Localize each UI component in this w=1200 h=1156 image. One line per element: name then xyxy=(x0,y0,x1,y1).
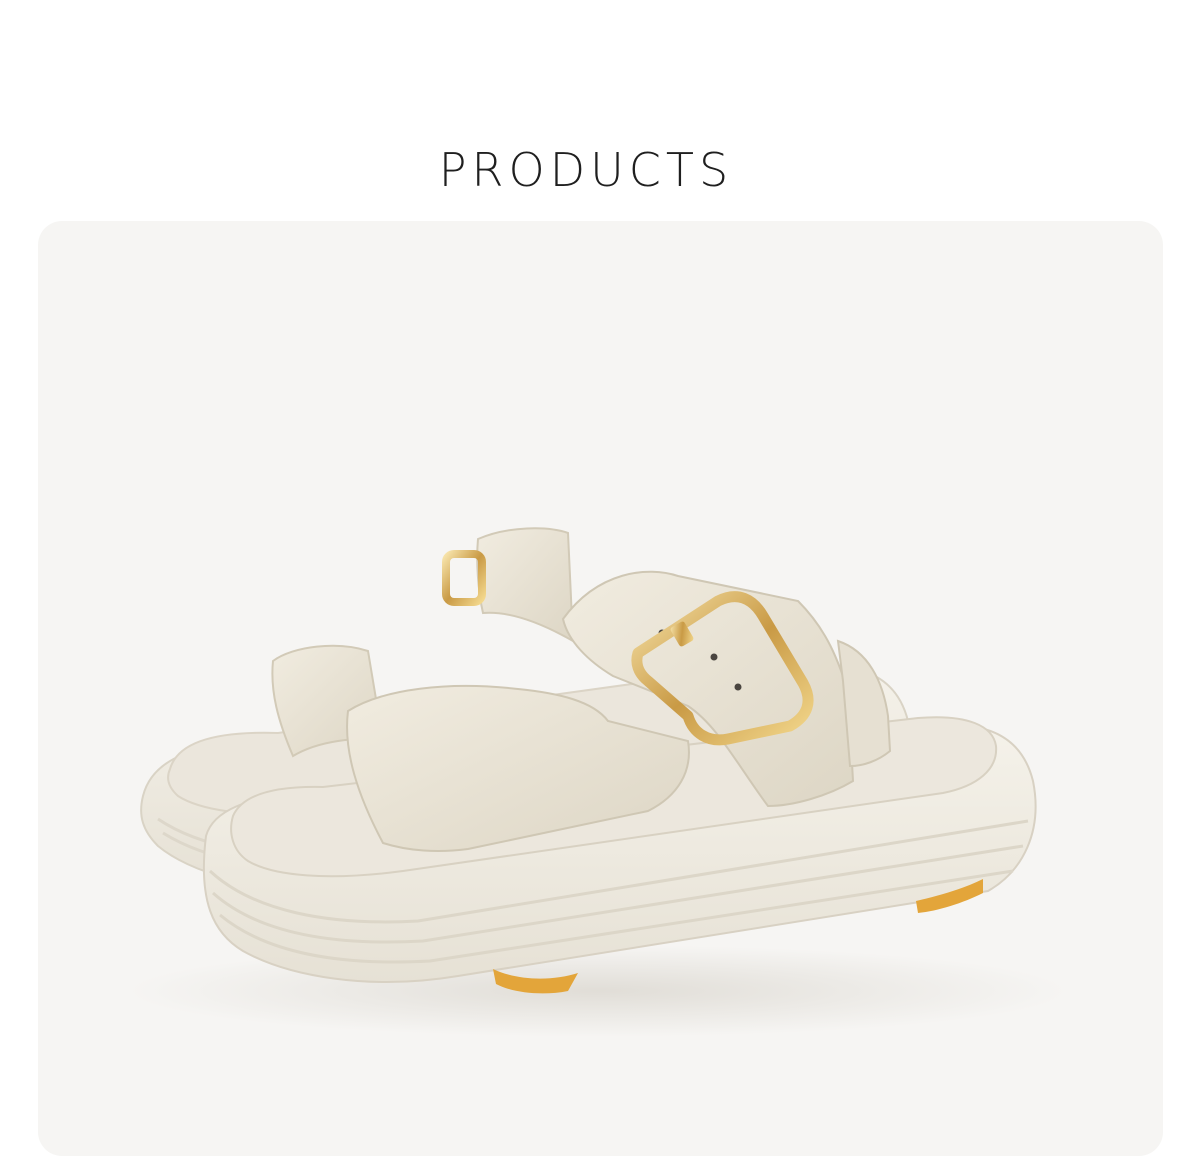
section-title: PRODUCTS xyxy=(438,142,734,197)
back-sandal-strap-instep xyxy=(476,527,575,643)
product-photo-card xyxy=(38,221,1163,1156)
product-photo xyxy=(128,527,1068,1037)
strap-hole xyxy=(734,683,742,691)
strap-hole xyxy=(710,653,718,661)
